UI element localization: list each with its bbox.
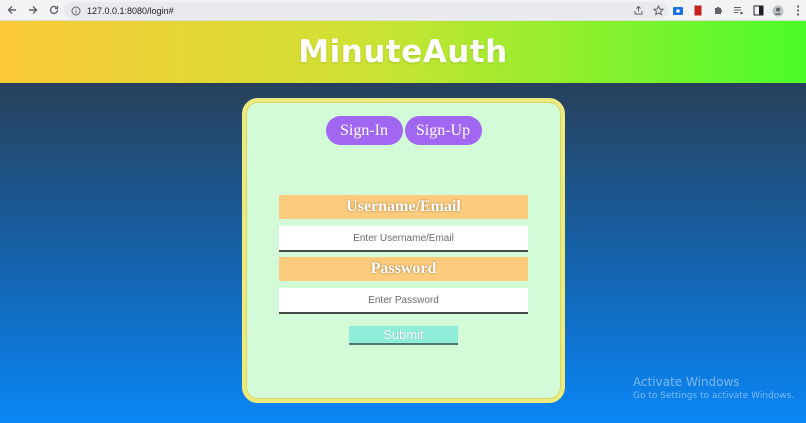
info-icon[interactable] [70,5,81,16]
app-header: MinuteAuth [0,21,806,83]
back-icon[interactable] [3,1,21,19]
sidepanel-icon[interactable] [752,5,764,17]
password-label: Password [279,257,528,281]
playlist-icon[interactable] [732,5,744,17]
address-bar[interactable]: 127.0.0.1:8080/login# [64,2,668,19]
auth-card: Sign-In Sign-Up Username/Email Password … [242,98,565,403]
tab-sign-up[interactable]: Sign-Up [404,116,482,145]
forward-icon[interactable] [24,1,42,19]
main-area: Sign-In Sign-Up Username/Email Password … [0,83,806,423]
activate-windows-subtitle: Go to Settings to activate Windows. [633,391,795,401]
puzzle-icon[interactable] [712,5,724,17]
menu-icon[interactable] [792,5,804,17]
star-icon[interactable] [652,5,664,17]
activate-windows-watermark: Activate Windows Go to Settings to activ… [633,375,794,401]
auth-tabs: Sign-In Sign-Up [246,116,561,145]
bookmark-red-icon[interactable] [692,5,704,17]
tab-sign-in[interactable]: Sign-In [325,116,403,145]
username-label: Username/Email [279,195,528,219]
submit-button[interactable]: Submit [349,326,458,345]
password-input[interactable] [279,288,528,314]
url-text: 127.0.0.1:8080/login# [87,5,174,16]
extension-icons [672,2,804,19]
reload-icon[interactable] [45,1,63,19]
activate-windows-title: Activate Windows [633,375,740,389]
profile-icon[interactable] [772,5,784,17]
share-icon[interactable] [632,5,644,17]
username-input[interactable] [279,226,528,252]
browser-toolbar: 127.0.0.1:8080/login# [0,0,806,21]
app-title: MinuteAuth [298,34,508,70]
screencast-icon[interactable] [672,5,684,17]
